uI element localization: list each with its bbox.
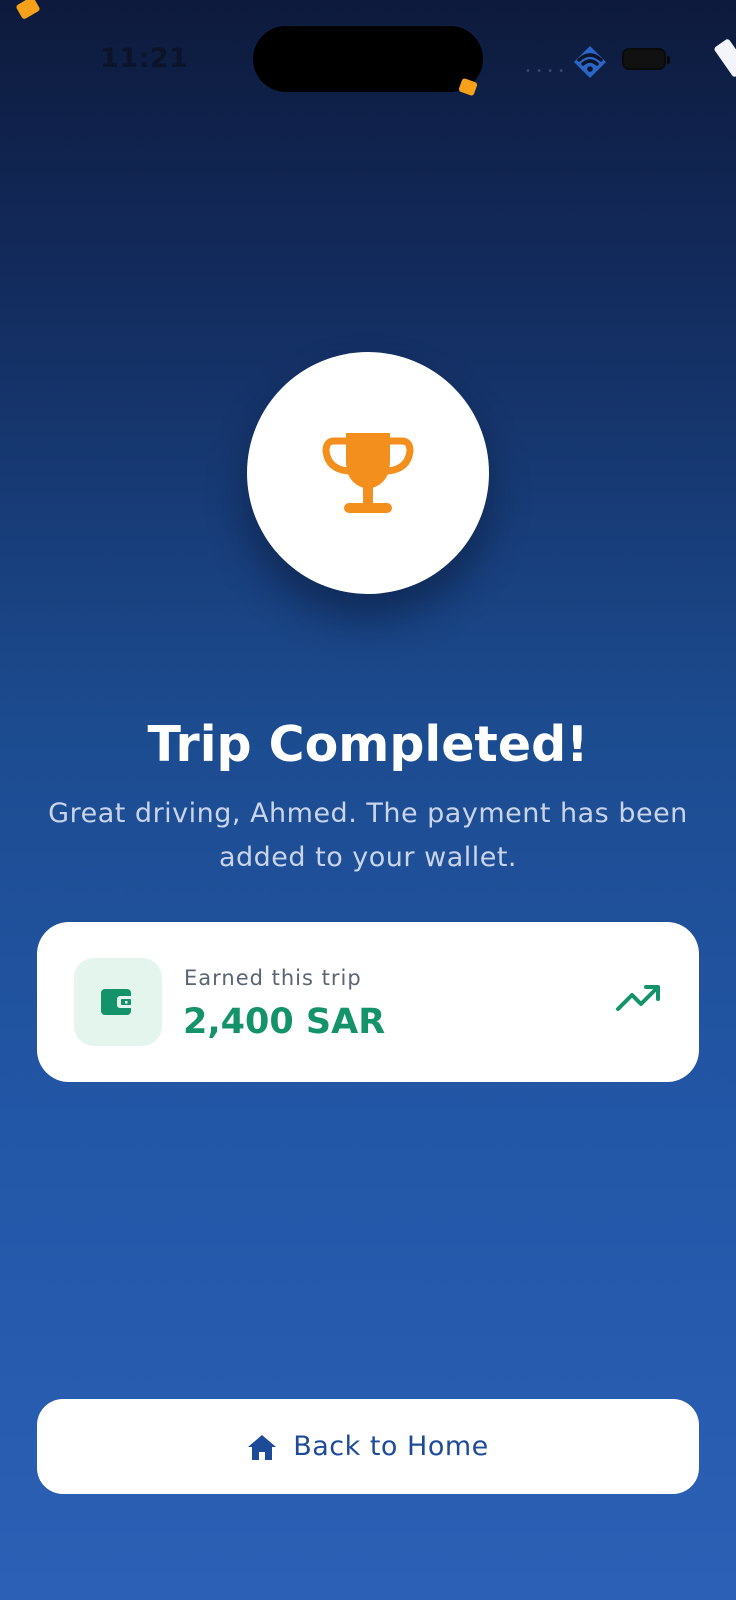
signal-dots-icon: • • • • (525, 66, 566, 77)
status-bar: 11:21 • • • • (0, 0, 736, 100)
subtitle-line: Great driving, Ahmed. The payment has be… (48, 798, 688, 829)
earnings-value: 2,400 SAR (183, 1002, 386, 1042)
battery-icon (622, 48, 670, 70)
home-icon (248, 1434, 277, 1460)
trophy-badge (247, 352, 489, 594)
earnings-label: Earned this trip (184, 966, 362, 990)
wifi-icon (574, 46, 606, 78)
back-to-home-button[interactable]: Back to Home (37, 1399, 699, 1494)
subtitle-line: added to your wallet. (218, 842, 518, 873)
earnings-card: Earned this trip 2,400 SAR (37, 922, 699, 1082)
confetti-piece (713, 38, 736, 78)
status-time: 11:21 (100, 43, 189, 74)
confetti-piece (15, 0, 41, 20)
back-to-home-label: Back to Home (293, 1431, 489, 1462)
page-title: Trip Completed! (147, 716, 589, 773)
subtitle-text: Great driving, Ahmed. The payment has be… (30, 792, 706, 880)
wallet-icon (101, 989, 135, 1015)
trophy-icon (322, 433, 414, 513)
wallet-icon-box (74, 958, 162, 1046)
trending-up-icon (616, 985, 660, 1011)
dynamic-island (253, 26, 483, 92)
